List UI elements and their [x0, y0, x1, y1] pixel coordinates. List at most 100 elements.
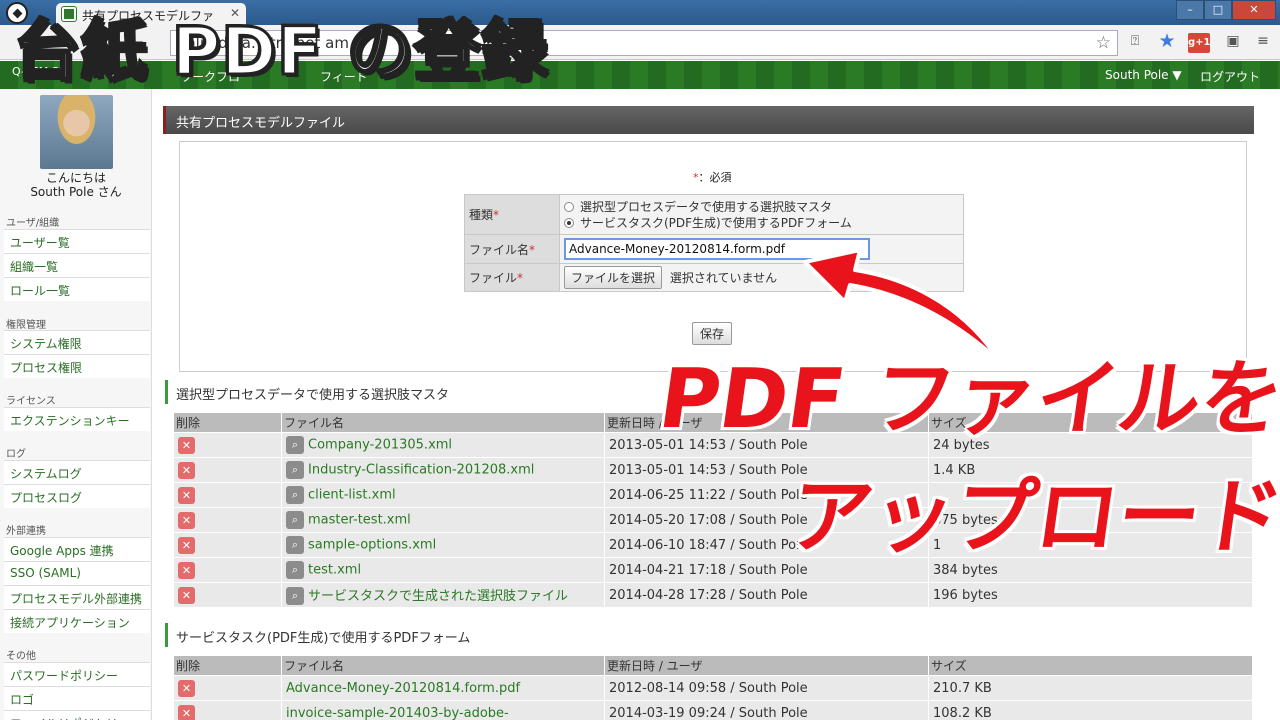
sidebar-item-logo[interactable]: ロゴ	[4, 686, 150, 710]
updated-cell: 2014-03-19 09:24 / South Pole	[604, 700, 929, 720]
minimize-button[interactable]: –	[1176, 0, 1204, 20]
sidebar-item-password-policy[interactable]: パスワードポリシー	[4, 662, 150, 686]
extension-icon[interactable]: ▣	[1222, 33, 1244, 53]
size-cell: 196 bytes	[928, 582, 1253, 608]
window-controls: – □ ✕	[1176, 0, 1276, 20]
delete-icon[interactable]: ✕	[178, 561, 195, 579]
file-link[interactable]: Industry-Classification-201208.xml	[308, 463, 534, 478]
required-note: *：必須	[693, 169, 732, 185]
delete-cell: ✕	[173, 675, 282, 701]
greeting-user: South Pole さん	[30, 185, 122, 199]
bookmark-icon[interactable]: ★	[1156, 30, 1178, 52]
sidebar-item-org-list[interactable]: 組織一覧	[4, 253, 150, 277]
delete-icon[interactable]: ✕	[178, 704, 195, 720]
delete-icon[interactable]: ✕	[178, 586, 195, 604]
preview-icon[interactable]: ⌕	[286, 436, 304, 454]
sidebar-item-process-log[interactable]: プロセスログ	[4, 484, 150, 508]
required-asterisk: *	[529, 242, 536, 257]
col-filename: ファイル名	[281, 412, 605, 433]
updated-cell: 2012-08-14 09:58 / South Pole	[604, 675, 929, 701]
sidebar-item-process-model-external[interactable]: プロセスモデル外部連携	[4, 585, 150, 609]
sidebar-item-role-list[interactable]: ロール一覧	[4, 277, 150, 301]
bookmark-star-icon[interactable]: ☆	[1096, 33, 1111, 53]
delete-icon[interactable]: ✕	[178, 461, 195, 479]
radio-unchecked-icon[interactable]	[564, 201, 574, 212]
type-option-pdf-form-label: サービスタスク(PDF生成)で使用するPDFフォーム	[580, 216, 852, 230]
delete-cell: ✕	[173, 432, 282, 458]
logout-link[interactable]: ログアウト	[1200, 68, 1260, 85]
google-plus-icon[interactable]: g+1	[1188, 33, 1211, 53]
filename-cell: ⌕ Company-201305.xml	[281, 432, 605, 458]
no-file-selected: 選択されていません	[669, 271, 778, 285]
choose-file-button[interactable]: ファイルを選択	[564, 266, 663, 289]
red-arrow-icon	[803, 248, 1002, 364]
file-link[interactable]: master-test.xml	[308, 513, 411, 528]
table-row: ✕ invoice-sample-201403-by-adobe- 2014-0…	[173, 700, 1253, 720]
menu-icon[interactable]: ≡	[1252, 33, 1274, 53]
sidebar-item-google-apps[interactable]: Google Apps 連携	[4, 537, 150, 561]
preview-icon[interactable]: ⌕	[286, 536, 304, 554]
type-option-master-label: 選択型プロセスデータで使用する選択肢マスタ	[580, 200, 833, 214]
pdf-form-file-table: 削除 ファイル名 更新日時 / ユーザ サイズ ✕ Advance-Money-…	[173, 655, 1253, 720]
greeting-hello: こんにちは	[45, 171, 106, 185]
file-link[interactable]: client-list.xml	[308, 488, 396, 503]
delete-cell: ✕	[173, 507, 282, 533]
type-option-pdf-form[interactable]: サービスタスク(PDF生成)で使用するPDFフォーム	[564, 215, 959, 231]
col-updated: 更新日時 / ユーザ	[604, 655, 929, 676]
sidebar-item-file-repository[interactable]: ファイルリポジトリ	[4, 710, 150, 720]
file-label: ファイル*	[464, 263, 560, 292]
required-asterisk: *	[493, 208, 500, 222]
delete-icon[interactable]: ✕	[178, 536, 195, 554]
help-icon[interactable]: ⍰	[1124, 33, 1146, 53]
preview-icon[interactable]: ⌕	[286, 511, 304, 529]
sidebar-item-system-log[interactable]: システムログ	[4, 460, 150, 484]
file-link[interactable]: Advance-Money-20120814.form.pdf	[286, 681, 520, 696]
file-link[interactable]: sample-options.xml	[308, 538, 436, 553]
overlay-title: 台紙 PDF の登録	[12, 12, 549, 92]
preview-icon[interactable]: ⌕	[286, 561, 304, 579]
sidebar: こんにちは South Pole さん ユーザ/組織 ユーザー覧 組織一覧 ロー…	[0, 89, 152, 720]
sidebar-section-license: ライセンス	[6, 396, 56, 407]
close-window-button[interactable]: ✕	[1232, 0, 1276, 20]
file-link[interactable]: invoice-sample-201403-by-adobe-	[286, 706, 509, 720]
delete-icon[interactable]: ✕	[178, 679, 195, 697]
upload-form: *：必須 種類* 選択型プロセスデータで使用する選択肢マスタ サービスタスク(P…	[179, 141, 1247, 372]
sidebar-item-user-list[interactable]: ユーザー覧	[4, 229, 150, 253]
type-option-master[interactable]: 選択型プロセスデータで使用する選択肢マスタ	[564, 199, 959, 215]
greeting: こんにちは South Pole さん	[0, 171, 152, 199]
filename-cell: ⌕ client-list.xml	[281, 482, 605, 508]
filename-cell: ⌕ Industry-Classification-201208.xml	[281, 457, 605, 483]
save-button[interactable]: 保存	[692, 322, 733, 345]
file-link[interactable]: Company-201305.xml	[308, 438, 452, 453]
sidebar-item-extension-key[interactable]: エクステンションキー	[4, 407, 150, 431]
table-row: ✕ ⌕ サービスタスクで生成された選択肢ファイル 2014-04-28 17:28…	[173, 582, 1253, 608]
delete-cell: ✕	[173, 700, 282, 720]
radio-checked-icon[interactable]	[564, 217, 574, 228]
delete-icon[interactable]: ✕	[178, 436, 195, 454]
size-cell: 108.2 KB	[928, 700, 1253, 720]
preview-icon[interactable]: ⌕	[286, 587, 304, 606]
sidebar-item-process-permissions[interactable]: プロセス権限	[4, 354, 150, 378]
delete-icon[interactable]: ✕	[178, 511, 195, 529]
required-note-text: ：必須	[698, 171, 732, 184]
delete-cell: ✕	[173, 557, 282, 583]
sidebar-item-sso[interactable]: SSO (SAML)	[4, 561, 150, 585]
size-cell: 210.7 KB	[928, 675, 1253, 701]
user-menu[interactable]: South Pole ▼	[1105, 68, 1182, 82]
sidebar-item-connected-apps[interactable]: 接続アプリケーション	[4, 609, 150, 633]
file-link[interactable]: test.xml	[308, 563, 361, 578]
sidebar-item-system-permissions[interactable]: システム権限	[4, 330, 150, 354]
preview-icon[interactable]: ⌕	[286, 486, 304, 504]
avatar	[40, 95, 113, 169]
delete-icon[interactable]: ✕	[178, 486, 195, 504]
file-link[interactable]: サービスタスクで生成された選択肢ファイル	[308, 589, 568, 604]
col-delete: 削除	[173, 655, 282, 676]
preview-icon[interactable]: ⌕	[286, 461, 304, 479]
filename-cell: ⌕ master-test.xml	[281, 507, 605, 533]
filename-label-text: ファイル名	[469, 242, 530, 257]
page-title: 共有プロセスモデルファイル	[163, 106, 1254, 134]
type-label: 種類*	[464, 194, 560, 235]
sidebar-section-users: ユーザ/組織	[6, 218, 60, 229]
col-size: サイズ	[928, 655, 1253, 676]
maximize-button[interactable]: □	[1204, 0, 1232, 20]
